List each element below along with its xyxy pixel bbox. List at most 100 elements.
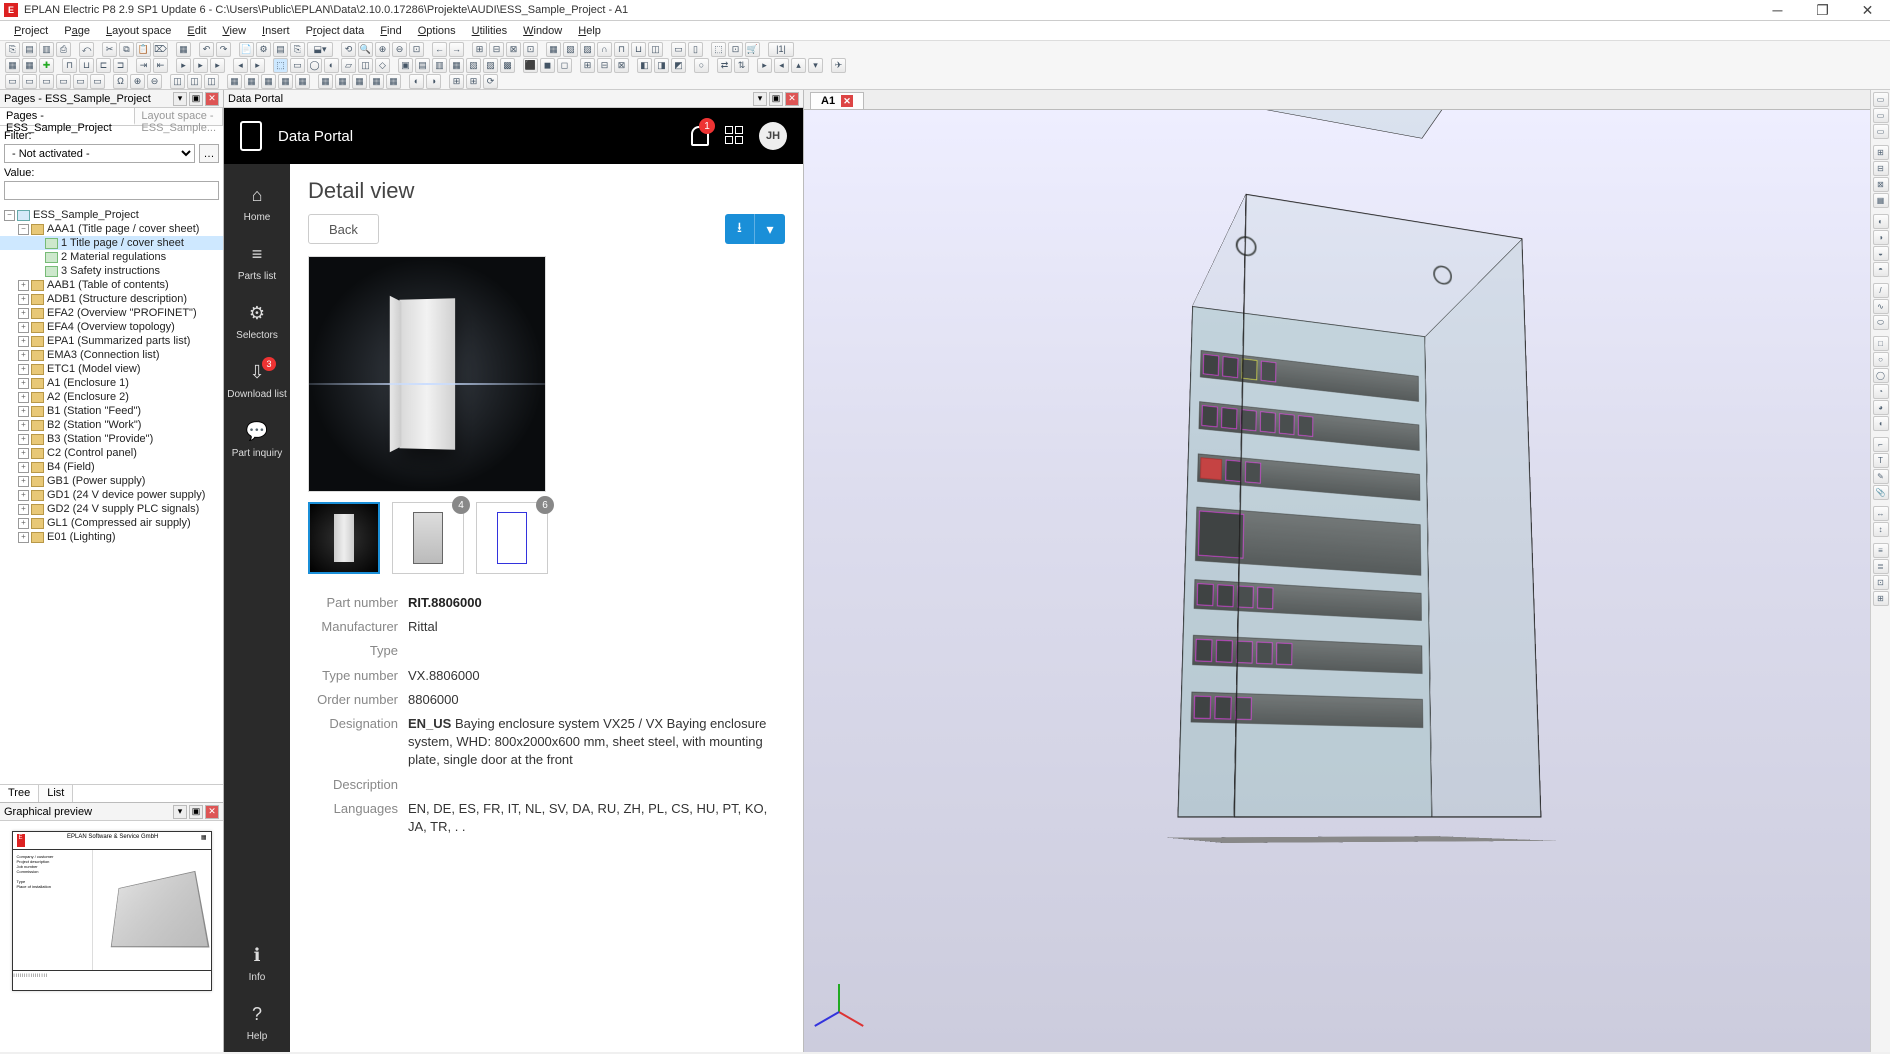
toolbar-button[interactable]: ▦ bbox=[369, 74, 384, 89]
toolbar-button[interactable]: ▦ bbox=[1873, 193, 1889, 208]
toolbar-button[interactable]: ⎘ bbox=[5, 42, 20, 57]
toolbar-button[interactable]: ▭ bbox=[1873, 108, 1889, 123]
toolbar-button[interactable]: ⟳ bbox=[483, 74, 498, 89]
menu-layout-space[interactable]: Layout space bbox=[98, 23, 179, 39]
toolbar-button[interactable]: ▦ bbox=[386, 74, 401, 89]
toolbar-button[interactable]: 🛒 bbox=[745, 42, 760, 57]
toolbar-button[interactable]: ◼ bbox=[540, 58, 555, 73]
close-button[interactable]: ✕ bbox=[1845, 0, 1890, 21]
toolbar-button[interactable]: ⊟ bbox=[597, 58, 612, 73]
toolbar-button[interactable]: ⎙ bbox=[56, 42, 71, 57]
download-dropdown-button[interactable]: ▾ bbox=[755, 214, 785, 244]
menu-insert[interactable]: Insert bbox=[254, 23, 298, 39]
toolbar-button[interactable]: ◇ bbox=[375, 58, 390, 73]
toolbar-button[interactable]: ⬚ bbox=[273, 58, 288, 73]
portal-content[interactable]: Detail view Back ⭳ ▾ 4 6 bbox=[290, 164, 803, 1052]
toolbar-button[interactable]: ⬛ bbox=[523, 58, 538, 73]
tree-item[interactable]: +ADB1 (Structure description) bbox=[0, 292, 223, 306]
toolbar-button[interactable]: ◑ bbox=[1873, 230, 1889, 245]
tree-item[interactable]: +B4 (Field) bbox=[0, 460, 223, 474]
toolbar-button[interactable]: ▦ bbox=[546, 42, 561, 57]
toolbar-button[interactable]: ⚙ bbox=[256, 42, 271, 57]
toolbar-button[interactable]: ◯ bbox=[1873, 368, 1889, 383]
pane-close-button[interactable]: ✕ bbox=[205, 92, 219, 106]
toolbar-button[interactable]: ▭ bbox=[1873, 92, 1889, 107]
toolbar-button[interactable]: ⇅ bbox=[734, 58, 749, 73]
toolbar-button[interactable]: ◓ bbox=[1873, 262, 1889, 277]
toolbar-button[interactable]: → bbox=[449, 42, 464, 57]
toolbar-button[interactable]: ⊕ bbox=[375, 42, 390, 57]
toolbar-button[interactable]: ◯ bbox=[307, 58, 322, 73]
toolbar-button[interactable]: ◑ bbox=[426, 74, 441, 89]
tree-item[interactable]: +GL1 (Compressed air supply) bbox=[0, 516, 223, 530]
toolbar-button[interactable]: ▦ bbox=[244, 74, 259, 89]
tab-tree[interactable]: Tree bbox=[0, 785, 39, 802]
toolbar-button[interactable]: ⊡ bbox=[409, 42, 424, 57]
toolbar-button[interactable]: ▧ bbox=[563, 42, 578, 57]
toolbar-button[interactable]: ⬭ bbox=[1873, 315, 1889, 330]
toolbar-button[interactable]: ⊖ bbox=[392, 42, 407, 57]
toolbar-button[interactable]: ▤ bbox=[415, 58, 430, 73]
menu-project-data[interactable]: Project data bbox=[298, 23, 373, 39]
toolbar-button[interactable]: ◐ bbox=[409, 74, 424, 89]
toolbar-button[interactable]: ▦ bbox=[176, 42, 191, 57]
toolbar-button[interactable]: ▦ bbox=[335, 74, 350, 89]
toolbar-button[interactable]: ▦ bbox=[261, 74, 276, 89]
toolbar-button[interactable]: ⇥ bbox=[136, 58, 151, 73]
toolbar-button[interactable]: ⊕ bbox=[130, 74, 145, 89]
menu-options[interactable]: Options bbox=[410, 23, 464, 39]
nav-home[interactable]: ⌂Home bbox=[224, 174, 290, 233]
tab-layout-space[interactable]: Layout space - ESS_Sample... bbox=[135, 108, 223, 125]
tree-item[interactable]: +A1 (Enclosure 1) bbox=[0, 376, 223, 390]
toolbar-button[interactable]: / bbox=[1873, 283, 1889, 298]
toolbar-button[interactable]: ⊓ bbox=[614, 42, 629, 57]
toolbar-button[interactable]: ▭ bbox=[1873, 124, 1889, 139]
tree-item[interactable]: +C2 (Control panel) bbox=[0, 446, 223, 460]
tree-item[interactable]: 3 Safety instructions bbox=[0, 264, 223, 278]
toolbar-button[interactable]: ⟲ bbox=[341, 42, 356, 57]
tab-list[interactable]: List bbox=[39, 785, 73, 802]
toolbar-button[interactable]: 📋 bbox=[136, 42, 151, 57]
toolbar-button[interactable]: ◐ bbox=[324, 58, 339, 73]
back-button[interactable]: Back bbox=[308, 214, 379, 244]
toolbar-button[interactable]: ▤ bbox=[22, 42, 37, 57]
toolbar-button[interactable]: ▭ bbox=[5, 74, 20, 89]
toolbar-button[interactable]: ⊐ bbox=[113, 58, 128, 73]
toolbar-button[interactable]: ⊡ bbox=[1873, 575, 1889, 590]
minimize-button[interactable]: ─ bbox=[1755, 0, 1800, 21]
toolbar-button[interactable]: ▥ bbox=[39, 42, 54, 57]
toolbar-button[interactable]: ⧉ bbox=[119, 42, 134, 57]
toolbar-button[interactable]: ◫ bbox=[358, 58, 373, 73]
tree-item[interactable]: +A2 (Enclosure 2) bbox=[0, 390, 223, 404]
toolbar-button[interactable]: 📎 bbox=[1873, 485, 1889, 500]
toolbar-button[interactable]: ▴ bbox=[791, 58, 806, 73]
toolbar-button[interactable]: ◂ bbox=[233, 58, 248, 73]
tree-item[interactable]: +GD2 (24 V supply PLC signals) bbox=[0, 502, 223, 516]
menu-window[interactable]: Window bbox=[515, 23, 570, 39]
toolbar-button[interactable]: ▸ bbox=[757, 58, 772, 73]
toolbar-button[interactable]: ✂ bbox=[102, 42, 117, 57]
toolbar-button[interactable]: ▭ bbox=[39, 74, 54, 89]
tree-item[interactable]: +B3 (Station "Provide") bbox=[0, 432, 223, 446]
toolbar-button[interactable]: ▸ bbox=[250, 58, 265, 73]
toolbar-button[interactable]: ⊡ bbox=[523, 42, 538, 57]
portal-close-button[interactable]: ✕ bbox=[785, 92, 799, 106]
filter-select[interactable]: - Not activated - bbox=[4, 144, 195, 163]
preview-pin-button[interactable]: ▣ bbox=[189, 805, 203, 819]
menu-find[interactable]: Find bbox=[372, 23, 409, 39]
menu-view[interactable]: View bbox=[214, 23, 254, 39]
toolbar-button[interactable]: ⌦ bbox=[153, 42, 168, 57]
toolbar-button[interactable]: ▦ bbox=[22, 58, 37, 73]
toolbar-button[interactable]: ◫ bbox=[187, 74, 202, 89]
toolbar-button[interactable]: ◫ bbox=[170, 74, 185, 89]
tree-item[interactable]: +EFA2 (Overview "PROFINET") bbox=[0, 306, 223, 320]
toolbar-button[interactable]: ↶ bbox=[199, 42, 214, 57]
toolbar-button[interactable]: ▭ bbox=[290, 58, 305, 73]
toolbar-button[interactable]: ⊡ bbox=[728, 42, 743, 57]
toolbar-button[interactable]: ▦ bbox=[5, 58, 20, 73]
thumbnail-1[interactable] bbox=[308, 502, 380, 574]
toolbar-button[interactable]: ◂ bbox=[774, 58, 789, 73]
toolbar-button[interactable]: ∩ bbox=[597, 42, 612, 57]
toolbar-button[interactable]: ⊞ bbox=[472, 42, 487, 57]
toolbar-button[interactable]: ⊞ bbox=[580, 58, 595, 73]
